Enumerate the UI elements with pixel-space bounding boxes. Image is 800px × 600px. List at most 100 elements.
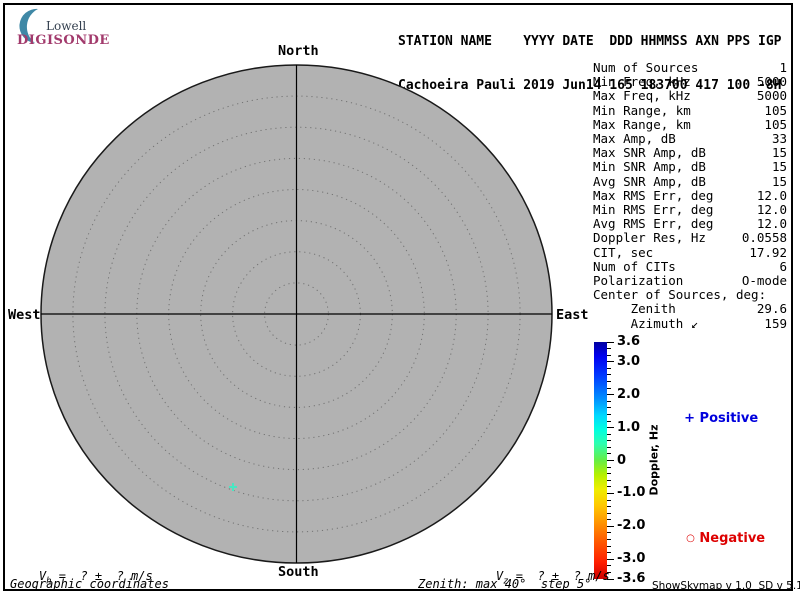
param-label: CIT, sec — [593, 244, 654, 260]
param-value: 159 — [764, 315, 787, 331]
param-label: Max RMS Err, deg — [593, 187, 714, 203]
param-row: Center of Sources, deg: — [593, 288, 787, 302]
param-row: Max Freq, kHz 5000 — [593, 89, 787, 103]
param-value: 15 — [771, 173, 787, 189]
param-row: Max Range, km 105 — [593, 116, 787, 132]
param-row: Num of Sources 1 — [593, 60, 787, 75]
param-row: Avg RMS Err, deg 12.0 — [593, 217, 787, 231]
colorbar-tick — [607, 479, 611, 481]
colorbar-tick — [607, 466, 611, 468]
param-value: 1 — [779, 60, 787, 75]
colorbar-tick — [607, 512, 611, 514]
circle-icon: ○ — [686, 533, 695, 544]
colorbar-tick — [607, 374, 611, 376]
colorbar-tick-label: 3.6 — [617, 334, 641, 349]
param-value: 29.6 — [756, 301, 787, 317]
colorbar-tick-label: -2.0 — [617, 518, 646, 534]
param-value: 5000 — [756, 88, 787, 104]
cardinal-south: South — [278, 564, 319, 580]
colorbar-axis-label: Doppler, Hz — [647, 424, 661, 496]
doppler-colorbar — [594, 342, 607, 579]
colorbar-tick — [607, 552, 611, 554]
colorbar-tick — [607, 354, 611, 356]
param-label: Min Range, km — [593, 102, 691, 118]
param-row: CIT, sec 17.92 — [593, 244, 787, 260]
param-label: Zenith — [593, 301, 676, 317]
param-label: Polarization — [593, 273, 684, 289]
param-label: Max Amp, dB — [593, 131, 676, 147]
colorbar-tick — [607, 427, 614, 429]
param-row: Avg SNR Amp, dB 15 — [593, 173, 787, 189]
param-label: Min RMS Err, deg — [593, 202, 714, 218]
param-label: Center of Sources, deg: — [593, 287, 767, 303]
colorbar-tick — [607, 413, 611, 415]
param-value: 15 — [771, 145, 787, 161]
param-row: Max Amp, dB 33 — [593, 131, 787, 147]
showskymap-window: Lowell DIGISONDE STATION NAME YYYY DATE … — [0, 0, 800, 600]
param-row: Polarization O-mode — [593, 273, 787, 289]
colorbar-tick — [607, 381, 611, 382]
colorbar-tick — [607, 545, 611, 547]
colorbar-tick-label: 3.0 — [617, 353, 641, 369]
param-label: Num of Sources — [593, 60, 699, 75]
param-label: Avg SNR Amp, dB — [593, 173, 706, 189]
param-label: Num of CITs — [593, 258, 676, 274]
param-row: Doppler Res, Hz 0.0558 — [593, 231, 787, 245]
colorbar-tick — [607, 525, 614, 527]
param-row: Max RMS Err, deg 12.0 — [593, 187, 787, 203]
colorbar-tick — [607, 440, 611, 442]
cardinal-east: East — [556, 307, 589, 323]
legend-positive-label: Positive — [699, 411, 759, 426]
colorbar-tick-label: 2.0 — [617, 386, 641, 402]
param-value: 17.92 — [749, 244, 787, 260]
colorbar-tick — [607, 433, 611, 435]
cardinal-west: West — [8, 307, 41, 323]
colorbar-tick-label: -1.0 — [617, 485, 646, 501]
param-row: Min Range, km 105 — [593, 102, 787, 118]
colorbar-tick-label: 1.0 — [617, 419, 641, 435]
colorbar-tick — [607, 407, 611, 409]
param-value: 33 — [771, 131, 787, 147]
param-value: O-mode — [741, 273, 787, 289]
cardinal-north: North — [278, 43, 319, 59]
param-label: Min SNR Amp, dB — [593, 159, 706, 175]
colorbar-tick — [607, 473, 611, 475]
param-row: Min SNR Amp, dB 15 — [593, 160, 787, 174]
colorbar-tick — [607, 341, 614, 343]
param-value: 5000 — [756, 74, 787, 90]
colorbar-tick — [607, 361, 614, 363]
param-value: 105 — [764, 116, 787, 132]
colorbar-tick — [607, 492, 614, 494]
colorbar-tick-label: -3.0 — [617, 551, 646, 567]
legend-positive: + Positive — [666, 396, 758, 441]
param-label: Max Freq, kHz — [593, 88, 691, 104]
plus-icon: + — [684, 411, 696, 426]
param-row: Max SNR Amp, dB 15 — [593, 146, 787, 160]
colorbar-tick — [607, 348, 611, 350]
colorbar-tick — [607, 460, 614, 461]
param-value: 12.0 — [756, 202, 787, 218]
param-label: Max Range, km — [593, 116, 691, 132]
colorbar-tick — [607, 539, 611, 540]
legend-negative: ○ Negative — [668, 516, 765, 561]
param-row: Min RMS Err, deg 12.0 — [593, 202, 787, 218]
colorbar-tick — [607, 394, 614, 396]
param-label: Min Freq, kHz — [593, 74, 691, 90]
param-row: Num of CITs 6 — [593, 258, 787, 274]
colorbar-tick — [607, 506, 611, 508]
param-value: 15 — [771, 159, 787, 175]
colorbar-tick — [607, 387, 611, 389]
colorbar-tick — [607, 519, 611, 521]
param-value: 105 — [764, 102, 787, 118]
param-label: Avg RMS Err, deg — [593, 216, 714, 232]
version-label: ShowSkymap v 1.0 SD v 5.1 — [652, 580, 800, 592]
param-value: 6 — [779, 258, 787, 274]
colorbar-tick-label: 0 — [617, 452, 627, 468]
parameters-panel: Num of Sources 1 Min Freq, kHz 5000 Max Freq… — [593, 60, 787, 331]
colorbar-tick — [607, 446, 611, 448]
param-row: Min Freq, kHz 5000 — [593, 75, 787, 89]
zenith-range-note: Zenith: max 40° step 5° — [418, 577, 592, 591]
param-value: 12.0 — [756, 216, 787, 232]
param-row: Azimuth ↙ 159 — [593, 315, 787, 331]
param-label: Max SNR Amp, dB — [593, 145, 706, 161]
